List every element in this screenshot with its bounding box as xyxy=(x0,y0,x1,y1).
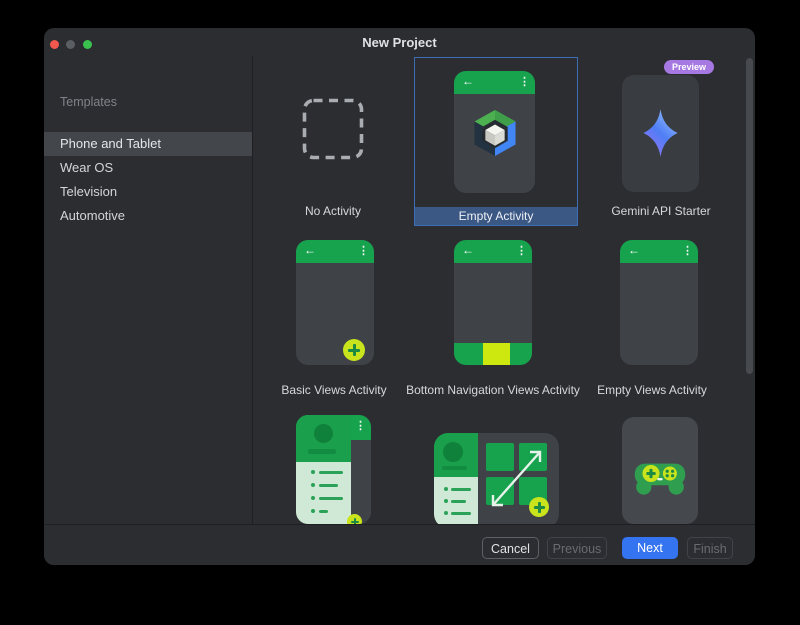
fab-plus-icon xyxy=(529,497,549,517)
vertical-scrollbar[interactable] xyxy=(746,58,753,374)
adaptive-layout-template-icon xyxy=(434,433,559,524)
overflow-menu-icon: ⋮ xyxy=(516,244,527,257)
sidebar-item-wear-os[interactable]: Wear OS xyxy=(44,156,252,180)
navigation-drawer-template-icon: ⋮ xyxy=(296,415,371,524)
tile-label: Gemini API Starter xyxy=(581,204,741,218)
sidebar-item-phone-and-tablet[interactable]: Phone and Tablet xyxy=(44,132,252,156)
appbar: ← ⋮ xyxy=(296,240,374,263)
sidebar-item-automotive[interactable]: Automotive xyxy=(44,204,252,228)
phone-mockup xyxy=(622,75,699,192)
phone-mockup xyxy=(622,417,698,524)
new-project-dialog: New Project Templates Phone and Tablet W… xyxy=(44,28,755,565)
phone-mockup: ← ⋮ xyxy=(620,240,698,365)
fab-plus-icon xyxy=(347,514,362,524)
next-button[interactable]: Next xyxy=(622,537,678,559)
overflow-menu-icon: ⋮ xyxy=(519,75,530,88)
preview-badge: Preview xyxy=(664,60,714,74)
avatar xyxy=(314,424,333,443)
game-controller-template-icon xyxy=(633,459,687,497)
tile-label: Empty Views Activity xyxy=(572,383,732,397)
dialog-footer: Cancel Previous Next Finish xyxy=(44,524,755,565)
sidebar-header: Templates xyxy=(60,95,117,109)
tile-label: No Activity xyxy=(253,204,413,218)
template-grid: No Activity ← ⋮ Empt xyxy=(253,56,755,524)
nav-drawer xyxy=(296,415,351,524)
tile-label: Bottom Navigation Views Activity xyxy=(393,383,593,397)
back-arrow-icon: ← xyxy=(462,74,474,88)
tile-label: Basic Views Activity xyxy=(254,383,414,397)
fab-plus-icon xyxy=(343,339,365,361)
previous-button[interactable]: Previous xyxy=(547,537,607,559)
tile-label-selected: Empty Activity xyxy=(415,207,577,225)
templates-sidebar: Templates Phone and Tablet Wear OS Telev… xyxy=(44,56,253,524)
overflow-menu-icon: ⋮ xyxy=(682,244,693,257)
sidebar-item-television[interactable]: Television xyxy=(44,180,252,204)
finish-button[interactable]: Finish xyxy=(687,537,733,559)
back-arrow-icon: ← xyxy=(462,243,474,257)
tile-empty-activity[interactable]: ← ⋮ Empty Activity xyxy=(414,57,578,226)
titlebar: New Project xyxy=(44,28,755,56)
appbar: ← ⋮ xyxy=(620,240,698,263)
back-arrow-icon: ← xyxy=(304,243,316,257)
cancel-button[interactable]: Cancel xyxy=(482,537,539,559)
overflow-menu-icon: ⋮ xyxy=(358,244,369,257)
phone-mockup: ← ⋮ xyxy=(454,240,532,365)
appbar: ← ⋮ xyxy=(454,240,532,263)
back-arrow-icon: ← xyxy=(628,243,640,257)
gemini-spark-icon xyxy=(640,108,681,158)
overflow-menu-icon: ⋮ xyxy=(355,419,366,432)
appbar: ← ⋮ xyxy=(454,71,535,94)
dialog-title: New Project xyxy=(44,35,755,50)
jetpack-compose-logo-icon xyxy=(466,104,524,162)
dashed-square-icon xyxy=(302,98,364,160)
phone-mockup: ← ⋮ xyxy=(454,71,535,193)
phone-mockup: ← ⋮ xyxy=(296,240,374,365)
bottom-nav-bar-icon xyxy=(454,343,532,365)
